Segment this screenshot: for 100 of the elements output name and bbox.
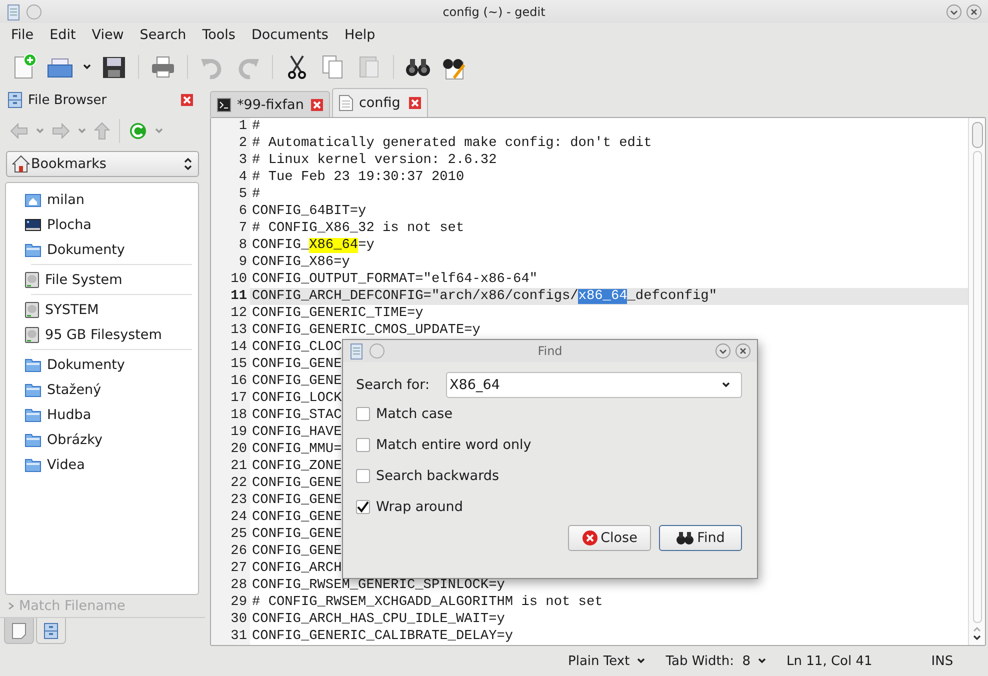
file-cabinet-icon xyxy=(8,92,22,108)
document-icon xyxy=(339,95,353,111)
code-line: CONFIG_MMU= xyxy=(252,441,342,458)
menu-item[interactable]: File xyxy=(3,25,42,45)
line-number: 28 xyxy=(211,577,250,594)
forward-arrow-icon[interactable] xyxy=(52,123,70,139)
dialog-title: Find xyxy=(536,344,564,358)
code-line: # CONFIG_RWSEM_XCHGADD_ALGORITHM is not set xyxy=(252,594,603,611)
line-number: 17 xyxy=(211,390,250,407)
field-label: Search for: xyxy=(356,377,430,393)
bookmark-item[interactable]: Obrázky xyxy=(47,432,102,448)
tab-width-dropdown[interactable]: Tab Width: 8 xyxy=(666,654,767,668)
line-number: 18 xyxy=(211,407,250,424)
minimize-button[interactable] xyxy=(715,343,731,359)
code-line: CONFIG_CLOC xyxy=(252,339,342,356)
menu-item[interactable]: Help xyxy=(336,25,384,45)
panel-tab[interactable] xyxy=(36,618,66,644)
window-menu-button[interactable] xyxy=(26,4,42,20)
line-number: 9 xyxy=(211,254,250,271)
caret-icon xyxy=(722,382,730,388)
checkbox[interactable] xyxy=(356,406,370,420)
cursor-position: Ln 11, Col 41 xyxy=(786,654,872,668)
line-number: 6 xyxy=(211,203,250,220)
code-line: CONFIG_GENE xyxy=(252,492,342,509)
caret-icon xyxy=(758,658,766,664)
checkbox[interactable] xyxy=(356,468,370,482)
code-line: CONFIG_ARCH xyxy=(252,560,342,577)
code-line: CONFIG_LOCK xyxy=(252,390,342,407)
folder-icon xyxy=(25,382,41,396)
code-line: CONFIG_HAVE xyxy=(252,424,342,441)
line-number: 14 xyxy=(211,339,250,356)
back-arrow-icon[interactable] xyxy=(10,123,28,139)
line-number: 26 xyxy=(211,543,250,560)
menu-item[interactable]: Tools xyxy=(194,25,244,45)
line-number: 5 xyxy=(211,186,250,203)
scrollbar-thumb[interactable] xyxy=(972,122,982,148)
scrollbar[interactable] xyxy=(968,118,985,645)
find-button[interactable]: Find xyxy=(659,525,742,551)
line-number: 15 xyxy=(211,356,250,373)
menu-item[interactable]: View xyxy=(84,25,132,45)
code-line: CONFIG_GENERIC_CMOS_UPDATE=y xyxy=(252,322,480,339)
close-button[interactable] xyxy=(966,4,982,20)
line-number: 3 xyxy=(211,152,250,169)
caret-icon xyxy=(83,64,91,70)
file-cabinet-icon xyxy=(44,622,58,638)
bookmark-item[interactable]: milan xyxy=(47,192,84,208)
window-menu-button[interactable] xyxy=(369,343,385,359)
panel-tab[interactable] xyxy=(4,618,34,644)
close-icon xyxy=(582,530,598,546)
menu-item[interactable]: Documents xyxy=(243,25,336,45)
line-number: 21 xyxy=(211,458,250,475)
code-text: =y xyxy=(358,238,374,253)
close-icon[interactable] xyxy=(311,98,323,110)
checkbox[interactable] xyxy=(356,500,370,514)
document-tab[interactable]: config xyxy=(332,88,428,117)
search-field[interactable]: X86_64 xyxy=(446,372,742,398)
minimize-button[interactable] xyxy=(946,4,962,20)
bookmark-item[interactable]: SYSTEM xyxy=(45,302,99,318)
menu-item[interactable]: Search xyxy=(132,25,194,45)
refresh-icon[interactable] xyxy=(129,122,147,140)
search-match: X86_64 xyxy=(309,238,358,253)
code-line: CONFIG_OUTPUT_FORMAT="elf64-x86-64" xyxy=(252,271,538,288)
line-number: 22 xyxy=(211,475,250,492)
scroll-down-icon[interactable] xyxy=(973,635,981,641)
bookmark-item[interactable]: 95 GB Filesystem xyxy=(45,326,162,342)
caret-icon xyxy=(636,658,645,664)
caret-icon xyxy=(155,128,163,134)
bookmark-item[interactable]: Stažený xyxy=(47,382,102,398)
binoculars-icon xyxy=(676,531,694,545)
bookmark-item[interactable]: Dokumenty xyxy=(47,242,125,258)
language-dropdown[interactable]: Plain Text xyxy=(568,654,646,668)
caret-icon xyxy=(36,128,44,134)
code-text: CONFIG_ARCH_DEFCONFIG="arch/x86/configs/ xyxy=(252,289,578,304)
bookmark-item[interactable]: Plocha xyxy=(47,216,92,232)
folder-icon xyxy=(25,242,41,256)
checkbox[interactable] xyxy=(356,438,370,452)
bookmark-item[interactable]: Dokumenty xyxy=(47,356,125,372)
close-icon[interactable] xyxy=(181,94,193,106)
menu-item[interactable]: Edit xyxy=(42,25,84,45)
bookmark-item[interactable]: Hudba xyxy=(47,406,92,422)
code-line: # CONFIG_X86_32 is not set xyxy=(252,220,464,237)
bookmark-item[interactable]: File System xyxy=(45,272,122,288)
code-line: # Linux kernel version: 2.6.32 xyxy=(252,152,497,169)
bookmark-item[interactable]: Videa xyxy=(47,456,85,472)
document-tab[interactable]: *99-fixfan xyxy=(210,91,330,117)
code-line: CONFIG_GENERIC_TIME=y xyxy=(252,305,424,322)
code-line: # Tue Feb 23 19:30:37 2010 xyxy=(252,169,464,186)
checkbox-label: Wrap around xyxy=(376,498,463,514)
up-arrow-icon[interactable] xyxy=(94,122,110,140)
window-title: config (~) - gedit xyxy=(442,4,546,18)
code-line: CONFIG_ZONE xyxy=(252,458,342,475)
close-button[interactable] xyxy=(735,343,751,359)
code-line: # Automatically generated make config: don't edit xyxy=(252,135,652,152)
close-button[interactable]: Close xyxy=(568,525,651,551)
panel-title: File Browser xyxy=(28,92,107,108)
close-icon[interactable] xyxy=(409,97,421,109)
selected-text: x86_64 xyxy=(578,289,628,304)
code-text: CONFIG_ xyxy=(252,238,310,253)
code-line: CONFIG_RWSEM_GENERIC_SPINLOCK=y xyxy=(252,577,505,594)
location-dropdown[interactable]: Bookmarks xyxy=(6,151,199,177)
